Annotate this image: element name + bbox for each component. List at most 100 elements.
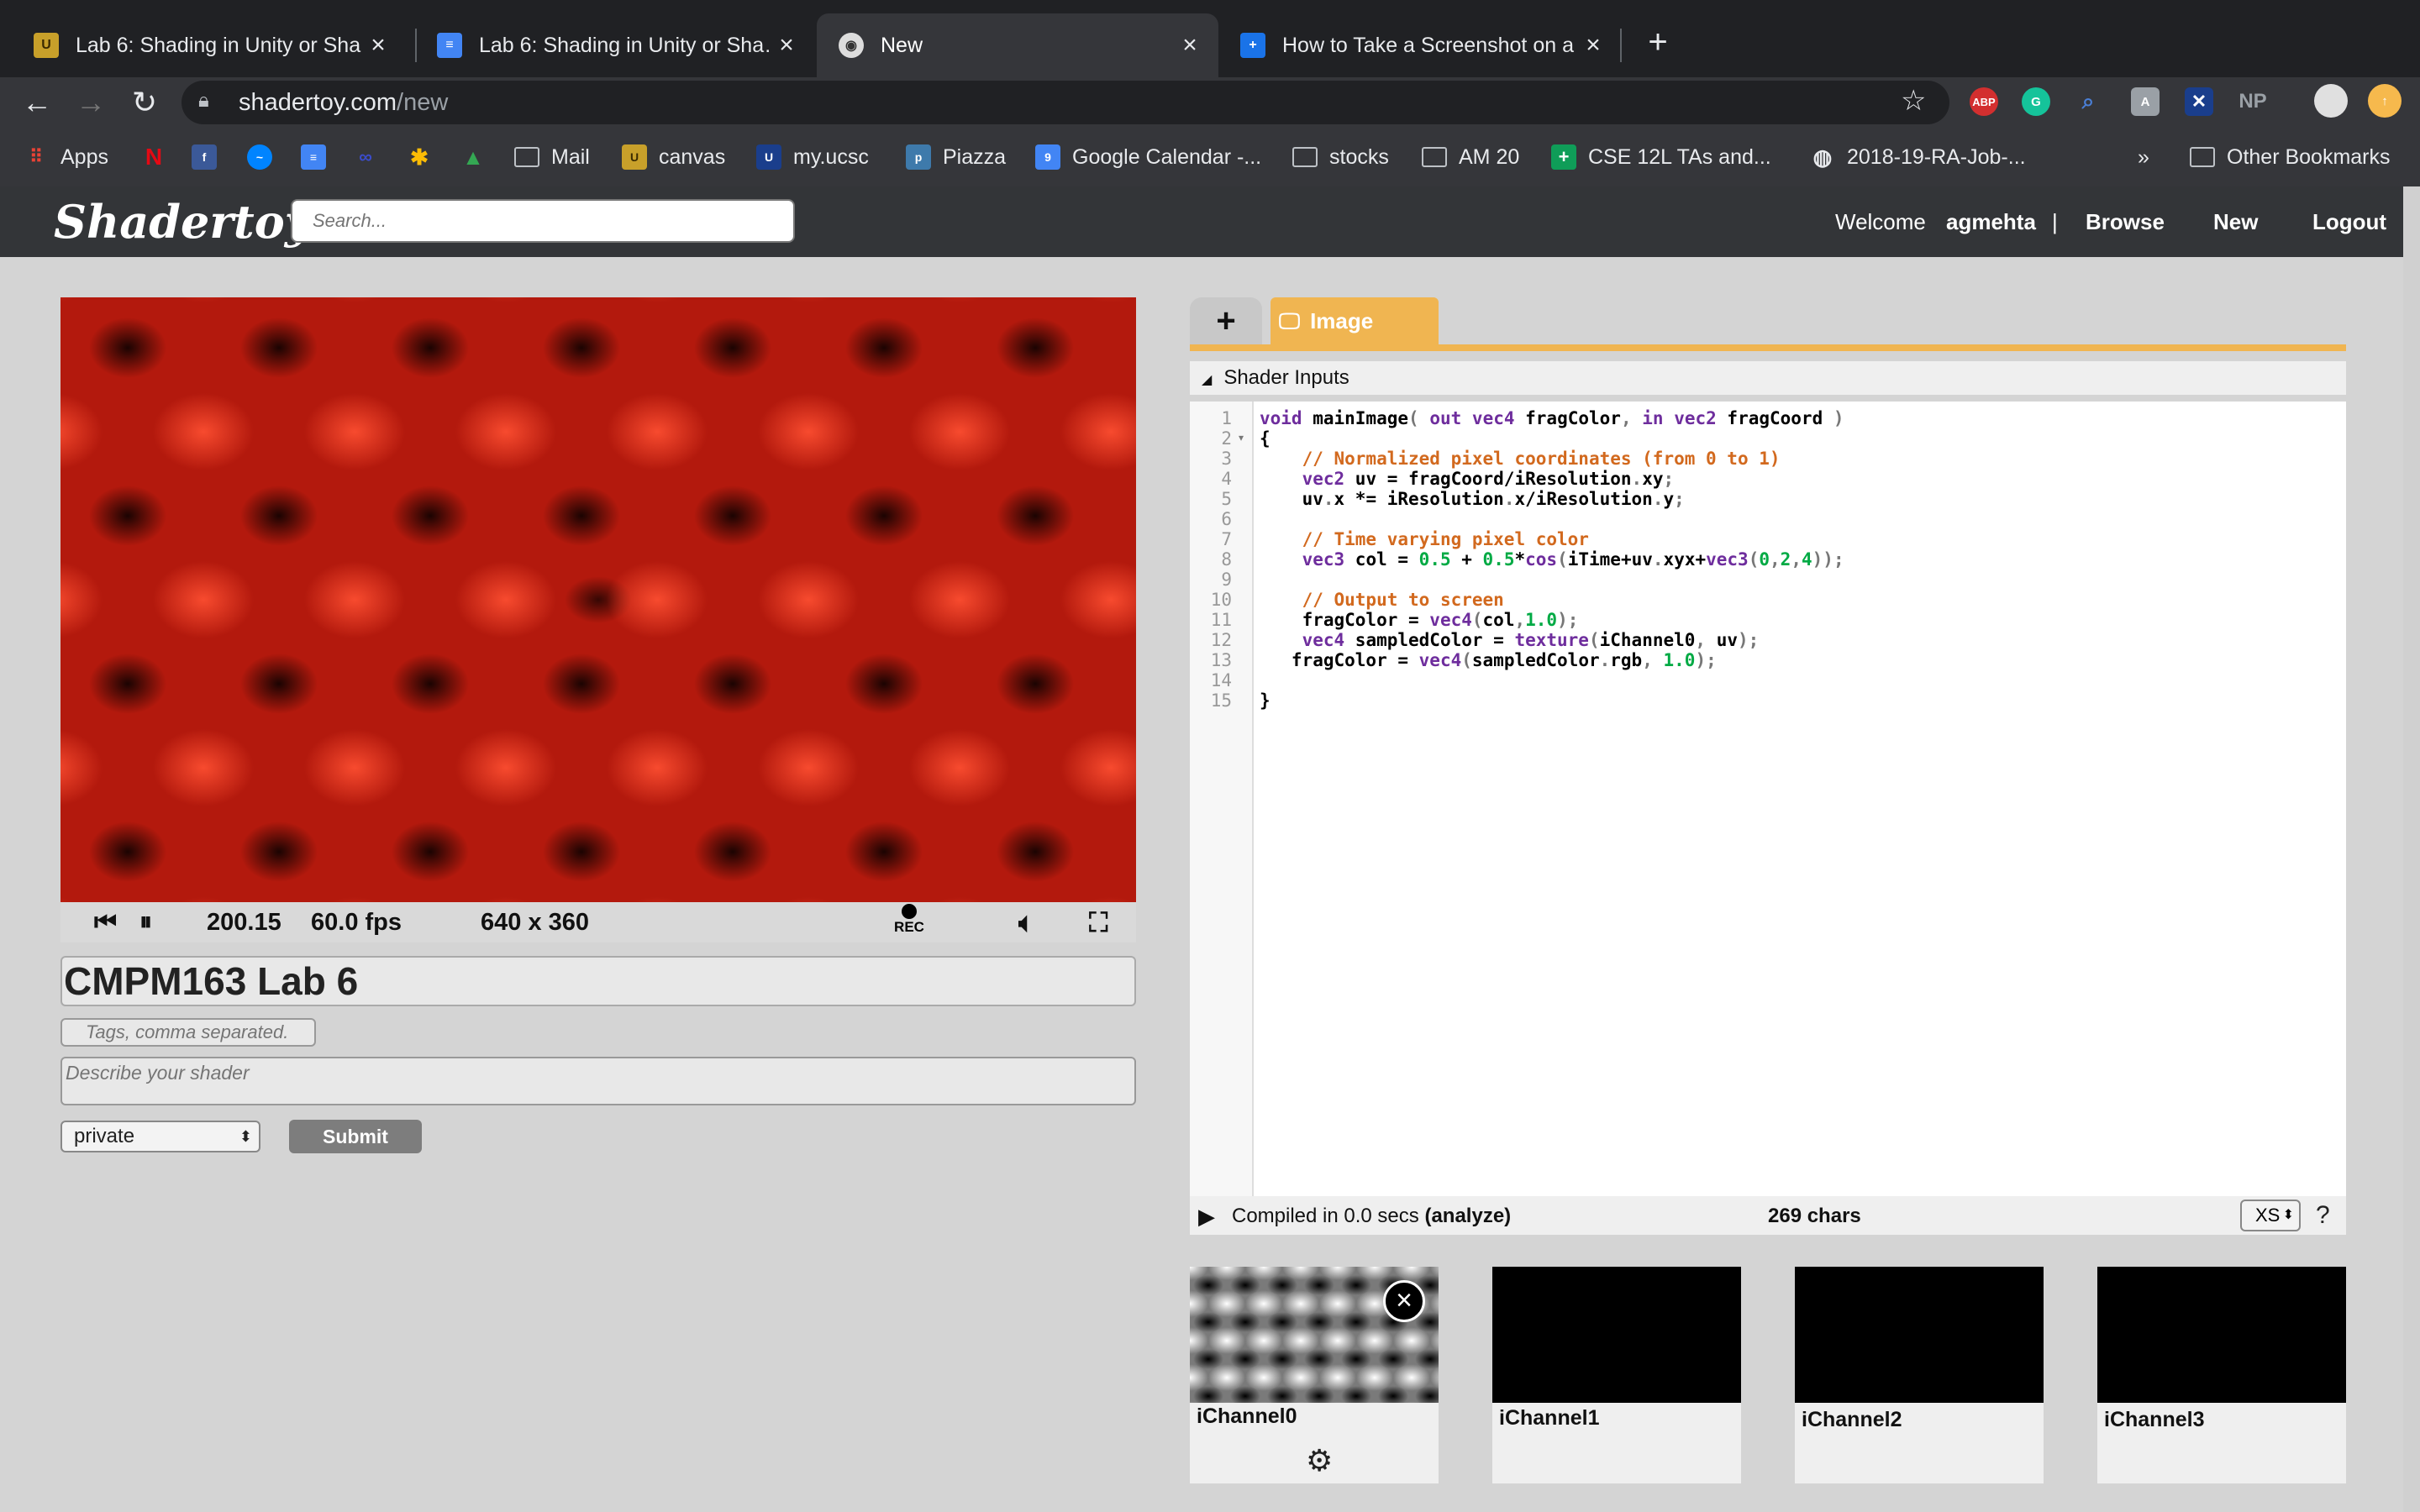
np-extension-icon[interactable]: NP — [2238, 87, 2267, 116]
gear-icon[interactable]: ⚙ — [1306, 1443, 1333, 1478]
bookmark-ra-job[interactable]: ◍ 2018-19-RA-Job-... — [1810, 134, 2026, 180]
volume-icon[interactable]: 🔈︎ — [1018, 906, 1034, 939]
fullscreen-icon[interactable]: ⛶ — [1089, 906, 1107, 939]
code-line[interactable]: { — [1260, 428, 1270, 449]
browser-tab-3-active[interactable]: ◉ New × — [817, 13, 1218, 77]
new-tab-icon[interactable]: + — [1637, 18, 1679, 66]
code-line[interactable]: uv.x *= iResolution.x/iResolution.y; — [1260, 489, 1685, 509]
bookmark-label: 2018-19-RA-Job-... — [1847, 144, 2026, 169]
magnifier-extension-icon[interactable]: ⌕ — [2074, 87, 2102, 116]
extension-icon[interactable]: ✕ — [2185, 87, 2213, 116]
bookmark-myucsc[interactable]: Umy.ucsc — [756, 134, 869, 180]
bookmark-canvas[interactable]: Ucanvas — [622, 134, 725, 180]
bookmark-folder-mail[interactable]: Mail — [514, 134, 590, 180]
bookmark-star-icon[interactable]: ☆ — [1901, 84, 1926, 118]
bookmark-apps[interactable]: ⠿ Apps — [24, 134, 108, 180]
browser-tab-1[interactable]: U Lab 6: Shading in Unity or Sha… × — [12, 13, 407, 77]
shader-title-input[interactable] — [60, 956, 1136, 1006]
code-editor[interactable] — [1190, 402, 2346, 1196]
new-link[interactable]: New — [2213, 207, 2258, 237]
expand-arrow-icon[interactable]: ▶ — [1198, 1201, 1215, 1231]
username-link[interactable]: agmehta — [1946, 207, 2036, 237]
code-line[interactable]: fragColor = vec4(sampledColor.rgb, 1.0); — [1260, 650, 1717, 670]
channel-empty-thumbnail[interactable] — [1795, 1267, 2044, 1403]
calendar-icon: 9 — [1035, 144, 1060, 170]
bookmark-photos[interactable]: ✱ — [407, 134, 444, 180]
shadertoy-logo[interactable]: Shadertoy — [54, 193, 311, 250]
tags-input[interactable] — [60, 1018, 316, 1047]
netflix-icon: N — [145, 144, 163, 170]
code-line[interactable]: vec2 uv = fragCoord/iResolution.xy; — [1260, 469, 1675, 489]
close-tab-icon[interactable]: × — [770, 31, 803, 60]
code-line[interactable]: // Normalized pixel coordinates (from 0 … — [1260, 449, 1781, 469]
bookmark-drive[interactable]: ▲ — [460, 134, 497, 180]
bookmark-folder-am20[interactable]: AM 20 — [1422, 134, 1519, 180]
reload-icon[interactable]: ↻ — [121, 77, 168, 128]
bookmark-messenger[interactable]: ~ — [247, 134, 284, 180]
bookmark-docs[interactable]: ≡ — [301, 134, 338, 180]
bookmark-link[interactable]: ∞ — [353, 134, 390, 180]
logout-link[interactable]: Logout — [2312, 207, 2386, 237]
fold-arrow-icon[interactable]: ▾ — [1239, 432, 1244, 444]
code-line[interactable]: // Output to screen — [1260, 590, 1504, 610]
bookmark-netflix[interactable]: N — [141, 134, 178, 180]
line-number: 8 — [1221, 549, 1232, 570]
profile-avatar[interactable] — [2314, 84, 2348, 118]
font-size-select[interactable]: XS ⬍ — [2240, 1200, 2301, 1231]
code-line[interactable]: fragColor = vec4(col,1.0); — [1260, 610, 1579, 630]
submit-button[interactable]: Submit — [289, 1120, 422, 1153]
photos-pinwheel-icon: ✱ — [410, 144, 429, 170]
code-line[interactable]: void mainImage( out vec4 fragColor, in v… — [1260, 408, 1844, 428]
bookmark-folder-stocks[interactable]: stocks — [1292, 134, 1389, 180]
help-button[interactable]: ? — [2316, 1200, 2330, 1231]
bookmark-facebook[interactable]: f — [192, 134, 229, 180]
page-scrollbar[interactable] — [2403, 186, 2420, 1512]
lock-icon[interactable]: 🔒︎ — [198, 89, 225, 116]
grammarly-extension-icon[interactable]: G — [2022, 87, 2050, 116]
close-tab-icon[interactable]: × — [361, 31, 395, 60]
forward-icon[interactable]: → — [67, 77, 114, 128]
back-icon[interactable]: ← — [13, 77, 60, 128]
remove-texture-icon[interactable]: × — [1383, 1280, 1425, 1322]
tab-label: Image — [1310, 308, 1374, 333]
code-line[interactable]: vec3 col = 0.5 + 0.5*cos(iTime+uv.xyx+ve… — [1260, 549, 1844, 570]
bookmark-label: Other Bookmarks — [2227, 144, 2391, 169]
update-icon[interactable]: ↑ — [2368, 84, 2402, 118]
tab-image[interactable]: 🖵︎ Image — [1270, 297, 1439, 346]
add-pass-tab[interactable]: + — [1190, 297, 1262, 344]
line-number: 10 — [1210, 590, 1232, 610]
description-input[interactable] — [60, 1057, 1136, 1105]
browser-tab-2[interactable]: ≡ Lab 6: Shading in Unity or Sha… × — [415, 13, 815, 77]
channel-empty-thumbnail[interactable] — [1492, 1267, 1741, 1403]
bookmark-cse12l[interactable]: + CSE 12L TAs and... — [1551, 134, 1771, 180]
record-button[interactable]: REC — [892, 904, 926, 936]
adblock-extension-icon[interactable]: ABP — [1970, 87, 1998, 116]
rewind-icon[interactable]: ⏮ — [94, 906, 117, 939]
channel-0[interactable]: × iChannel0 ⚙ — [1190, 1267, 1439, 1483]
analyze-link[interactable]: (analyze) — [1424, 1205, 1511, 1227]
code-line[interactable]: } — [1260, 690, 1270, 711]
pause-icon[interactable]: ⏸ — [139, 906, 152, 939]
bookmarks-overflow-button[interactable]: » — [2138, 134, 2149, 180]
bookmark-piazza[interactable]: p Piazza — [906, 134, 1006, 180]
url-text[interactable]: shadertoy.com/new — [239, 86, 448, 119]
channel-empty-thumbnail[interactable] — [2097, 1267, 2346, 1403]
code-line[interactable]: vec4 sampledColor = texture(iChannel0, u… — [1260, 630, 1760, 650]
visibility-select[interactable]: private ⬍ — [60, 1121, 260, 1152]
shader-canvas[interactable] — [60, 297, 1136, 902]
browse-link[interactable]: Browse — [2086, 207, 2165, 237]
channel-2[interactable]: iChannel2 — [1795, 1267, 2044, 1483]
shader-inputs-toggle[interactable]: ◢ Shader Inputs — [1190, 361, 2346, 395]
extension-icon[interactable]: A — [2131, 87, 2160, 116]
channel-3[interactable]: iChannel3 — [2097, 1267, 2346, 1483]
browser-tab-4[interactable]: + How to Take a Screenshot on a… × — [1218, 13, 1622, 77]
visibility-value: private — [74, 1125, 135, 1147]
code-line[interactable]: // Time varying pixel color — [1260, 529, 1589, 549]
ucsc-favicon-icon: U — [34, 33, 59, 58]
channel-1[interactable]: iChannel1 — [1492, 1267, 1741, 1483]
close-tab-icon[interactable]: × — [1576, 31, 1610, 60]
bookmark-google-calendar[interactable]: 9 Google Calendar -... — [1035, 134, 1261, 180]
bookmark-other-bookmarks[interactable]: Other Bookmarks — [2190, 134, 2391, 180]
close-tab-icon[interactable]: × — [1173, 31, 1207, 60]
search-input[interactable] — [291, 199, 795, 243]
